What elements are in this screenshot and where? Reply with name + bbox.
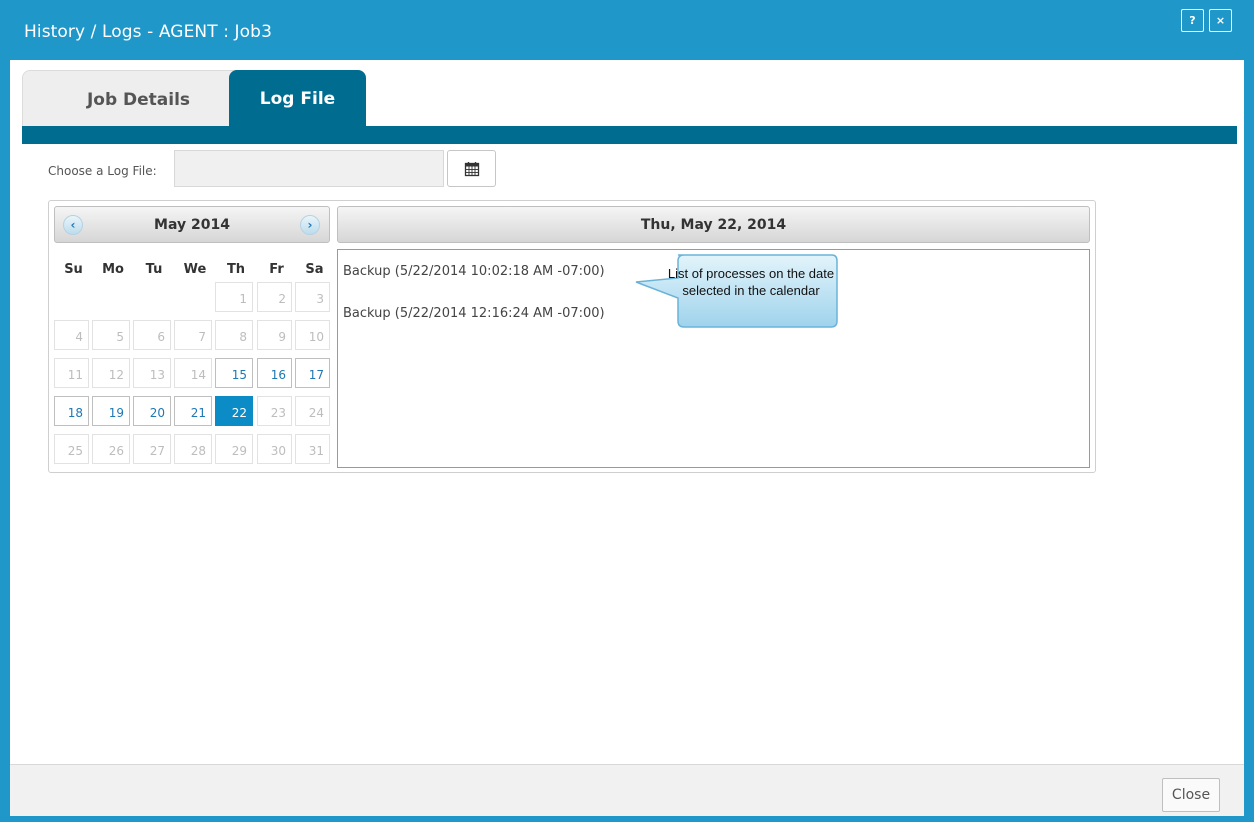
close-window-button[interactable]: × [1209,9,1232,32]
weekday-label: Su [64,262,83,277]
calendar-day[interactable]: 21 [174,396,212,426]
calendar-header: May 2014 ‹ › [54,206,330,243]
calendar-day[interactable]: 16 [257,358,292,388]
weekday-label: Tu [145,262,163,277]
calendar-day: 13 [133,358,171,388]
callout-text: List of processes on the date selected i… [667,266,835,298]
calendar-day: 3 [295,282,330,312]
calendar-icon [464,161,479,176]
calendar-day: 9 [257,320,292,350]
window-title: History / Logs - AGENT : Job3 [24,22,272,42]
dialog-content: Job Details Log File Choose a Log File: … [10,60,1244,816]
close-icon: × [1215,14,1226,27]
calendar-day: 4 [54,320,89,350]
calendar-day: 8 [215,320,253,350]
dialog-footer: Close [10,764,1244,816]
calendar-day[interactable]: 18 [54,396,89,426]
process-item[interactable]: Backup (5/22/2014 12:16:24 AM -07:00) [343,306,605,321]
calendar-day[interactable]: 20 [133,396,171,426]
calendar-day[interactable]: 17 [295,358,330,388]
help-button[interactable]: ? [1181,9,1204,32]
weekday-label: Mo [102,262,124,277]
calendar-day: 27 [133,434,171,464]
calendar-day: 23 [257,396,292,426]
calendar-day: 2 [257,282,292,312]
calendar-day: 30 [257,434,292,464]
log-file-input[interactable] [174,150,444,187]
calendar-day: 26 [92,434,130,464]
tab-log-file[interactable]: Log File [229,70,366,128]
calendar-day: 6 [133,320,171,350]
calendar-day: 12 [92,358,130,388]
calendar-day[interactable]: 19 [92,396,130,426]
previous-month-button[interactable]: ‹ [63,215,83,235]
tab-strip [22,126,1237,144]
history-logs-window: History / Logs - AGENT : Job3 ? × Job De… [0,0,1254,822]
selected-date-header: Thu, May 22, 2014 [337,206,1090,243]
calendar-day-selected[interactable]: 22 [215,396,253,426]
chevron-left-icon: ‹ [70,218,76,232]
calendar-month-label: May 2014 [154,216,230,233]
weekday-label: We [183,262,207,277]
process-item[interactable]: Backup (5/22/2014 10:02:18 AM -07:00) [343,264,605,279]
calendar-day[interactable]: 15 [215,358,253,388]
calendar-day: 5 [92,320,130,350]
help-icon: ? [1189,14,1196,27]
calendar-day: 29 [215,434,253,464]
open-calendar-button[interactable] [447,150,496,187]
title-bar: History / Logs - AGENT : Job3 ? × [0,0,1254,60]
tab-bar: Job Details Log File [10,60,1244,144]
calendar-day: 24 [295,396,330,426]
calendar-day: 28 [174,434,212,464]
weekday-label: Sa [305,262,324,277]
weekday-label: Th [226,262,246,277]
next-month-button[interactable]: › [300,215,320,235]
calendar-day: 25 [54,434,89,464]
tab-job-details[interactable]: Job Details [22,70,255,128]
weekday-label: Fr [269,262,284,277]
close-button[interactable]: Close [1162,778,1220,812]
calendar-day: 14 [174,358,212,388]
choose-log-file-label: Choose a Log File: [48,164,157,178]
log-calendar-panel: May 2014 ‹ › Su Mo Tu We Th Fr Sa 1 2 3 4 5 6 7 8 9 10 11… [48,200,1096,473]
chevron-right-icon: › [307,218,313,232]
calendar-day: 10 [295,320,330,350]
calendar-day: 11 [54,358,89,388]
calendar-day: 31 [295,434,330,464]
calendar-day: 7 [174,320,212,350]
calendar-day: 1 [215,282,253,312]
